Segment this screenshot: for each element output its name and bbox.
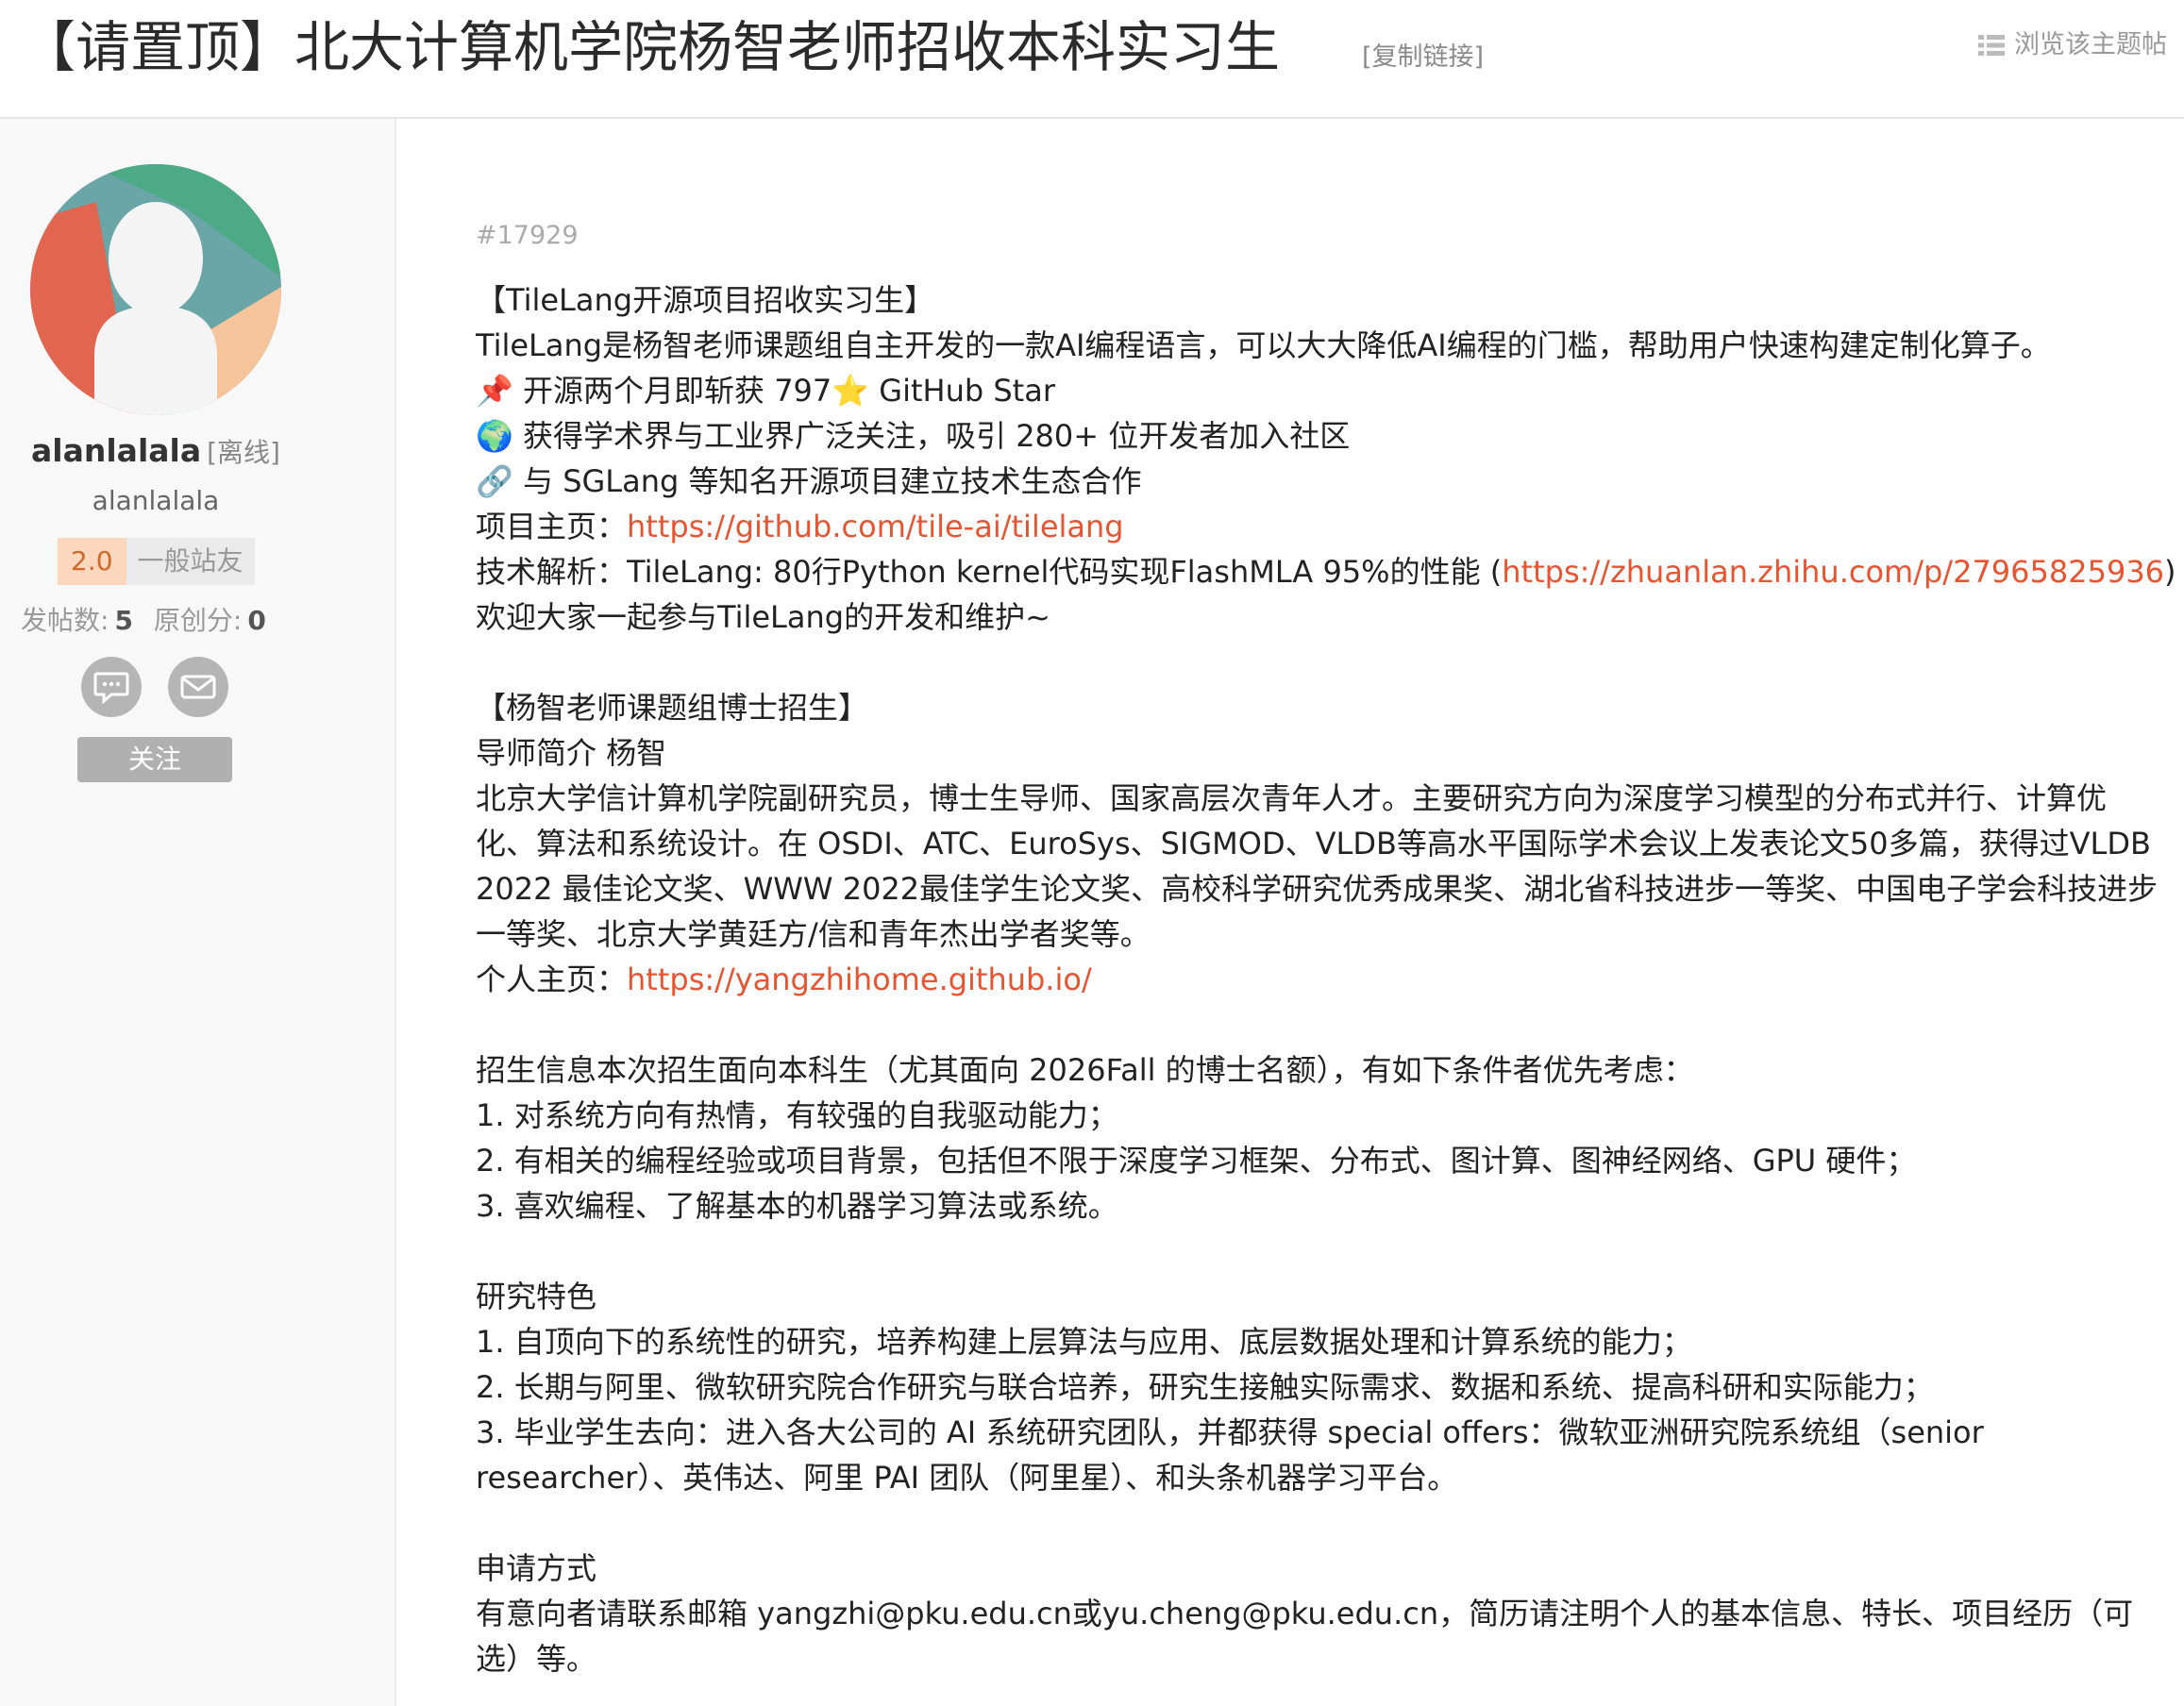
- view-topic-button[interactable]: 浏览该主题帖: [1978, 25, 2167, 66]
- topic-title: 【请置顶】北大计算机学院杨智老师招收本科实习生: [21, 15, 1281, 79]
- post-line: 【杨智老师课题组博士招生】: [476, 690, 869, 726]
- post-line: 申请方式: [476, 1550, 597, 1586]
- post-body: 【TileLang开源项目招收实习生】 TileLang是杨智老师课题组自主开发…: [476, 277, 2176, 1681]
- post-line: 1. 对系统方向有热情，有较强的自我驱动能力；: [476, 1097, 1118, 1133]
- post-line: 欢迎大家一起参与TileLang的开发和维护~: [476, 599, 1050, 635]
- post-line: 招生信息本次招生面向本科生（尤其面向 2026Fall 的博士名额），有如下条件…: [476, 1052, 1694, 1088]
- post-line: 2. 长期与阿里、微软研究院合作研究与联合培养，研究生接触实际需求、数据和系统、…: [476, 1369, 1934, 1405]
- post-line: 有意向者请联系邮箱 yangzhi@pku.edu.cn或yu.cheng@pk…: [476, 1596, 2134, 1677]
- user-handle: alanlalala: [92, 485, 220, 516]
- original-label: 原创分:: [153, 605, 243, 636]
- username[interactable]: alanlalala: [31, 432, 201, 469]
- author-sidebar: alanlalala [离线] alanlalala 2.0 一般站友 发帖数: 5…: [0, 119, 396, 1706]
- post-line: 🔗 与 SGLang 等知名开源项目建立技术生态合作: [476, 463, 1142, 499]
- level-name: 一般站友: [126, 538, 255, 585]
- post-line: TileLang是杨智老师课题组自主开发的一款AI编程语言，可以大大降低AI编程…: [476, 327, 2051, 363]
- username-line: alanlalala [离线]: [0, 432, 311, 470]
- avatar[interactable]: [30, 164, 281, 415]
- mail-icon: [180, 675, 216, 699]
- post-line: 2. 有相关的编程经验或项目背景，包括但不限于深度学习框架、分布式、图计算、图神…: [476, 1143, 1917, 1179]
- post-line: 🌍 获得学术界与工业界广泛关注，吸引 280+ 位开发者加入社区: [476, 418, 1351, 454]
- post-line: 1. 自顶向下的系统性的研究，培养构建上层算法与应用、底层数据处理和计算系统的能…: [476, 1324, 1692, 1360]
- view-topic-label: 浏览该主题帖: [2014, 30, 2167, 59]
- post-line: 研究特色: [476, 1279, 597, 1314]
- online-status: [离线]: [207, 437, 280, 468]
- post-line: 3. 毕业学生去向：进入各大公司的 AI 系统研究团队，并都获得 special…: [476, 1414, 1984, 1496]
- mail-button[interactable]: [168, 657, 228, 717]
- personal-homepage-link[interactable]: https://yangzhihome.github.io/: [627, 962, 1092, 997]
- tech-analysis-end: ): [2164, 554, 2176, 590]
- project-homepage-line: 项目主页：https://github.com/tile-ai/tilelang: [476, 504, 2165, 549]
- default-avatar-icon: [30, 164, 281, 415]
- tech-analysis-label: 技术解析：TileLang: 80行Python kernel代码实现Flash…: [476, 554, 1503, 590]
- original-score: 0: [247, 605, 266, 636]
- posts-label: 发帖数:: [21, 605, 109, 636]
- post-line: 3. 喜欢编程、了解基本的机器学习算法或系统。: [476, 1188, 1118, 1224]
- advisor-bio: 北京大学信计算机学院副研究员，博士生导师、国家高层次青年人才。主要研究方向为深度…: [476, 780, 2159, 952]
- personal-homepage-label: 个人主页：: [476, 962, 628, 997]
- personal-homepage-line: 个人主页：https://yangzhihome.github.io/: [476, 957, 2165, 1002]
- tech-analysis-link[interactable]: https://zhuanlan.zhihu.com/p/27965825936: [1502, 554, 2164, 590]
- post-line: 【TileLang开源项目招收实习生】: [476, 282, 935, 318]
- post-id: #17929: [476, 221, 579, 250]
- post-line: 📌 开源两个月即斩获 797⭐ GitHub Star: [476, 373, 1055, 409]
- project-homepage-label: 项目主页：: [476, 509, 628, 544]
- tech-analysis-line: 技术解析：TileLang: 80行Python kernel代码实现Flash…: [476, 549, 2176, 594]
- follow-button[interactable]: 关注: [77, 737, 232, 782]
- level-number: 2.0: [58, 538, 126, 585]
- copy-link-button[interactable]: [复制链接]: [1362, 34, 1484, 81]
- posts-count: 5: [114, 605, 133, 636]
- project-homepage-link[interactable]: https://github.com/tile-ai/tilelang: [627, 509, 1124, 544]
- chat-icon: [93, 672, 129, 704]
- post-line: 导师简介 杨智: [476, 735, 667, 771]
- list-icon: [1978, 34, 2005, 57]
- level-badge: 2.0 一般站友: [58, 538, 255, 585]
- user-stats: 发帖数: 5 原创分: 0: [21, 600, 266, 638]
- topic-header: 【请置顶】北大计算机学院杨智老师招收本科实习生 [复制链接] 浏览该主题帖: [0, 0, 2184, 119]
- post-content: #17929 【TileLang开源项目招收实习生】 TileLang是杨智老师…: [476, 213, 2176, 1681]
- chat-button[interactable]: [81, 657, 142, 717]
